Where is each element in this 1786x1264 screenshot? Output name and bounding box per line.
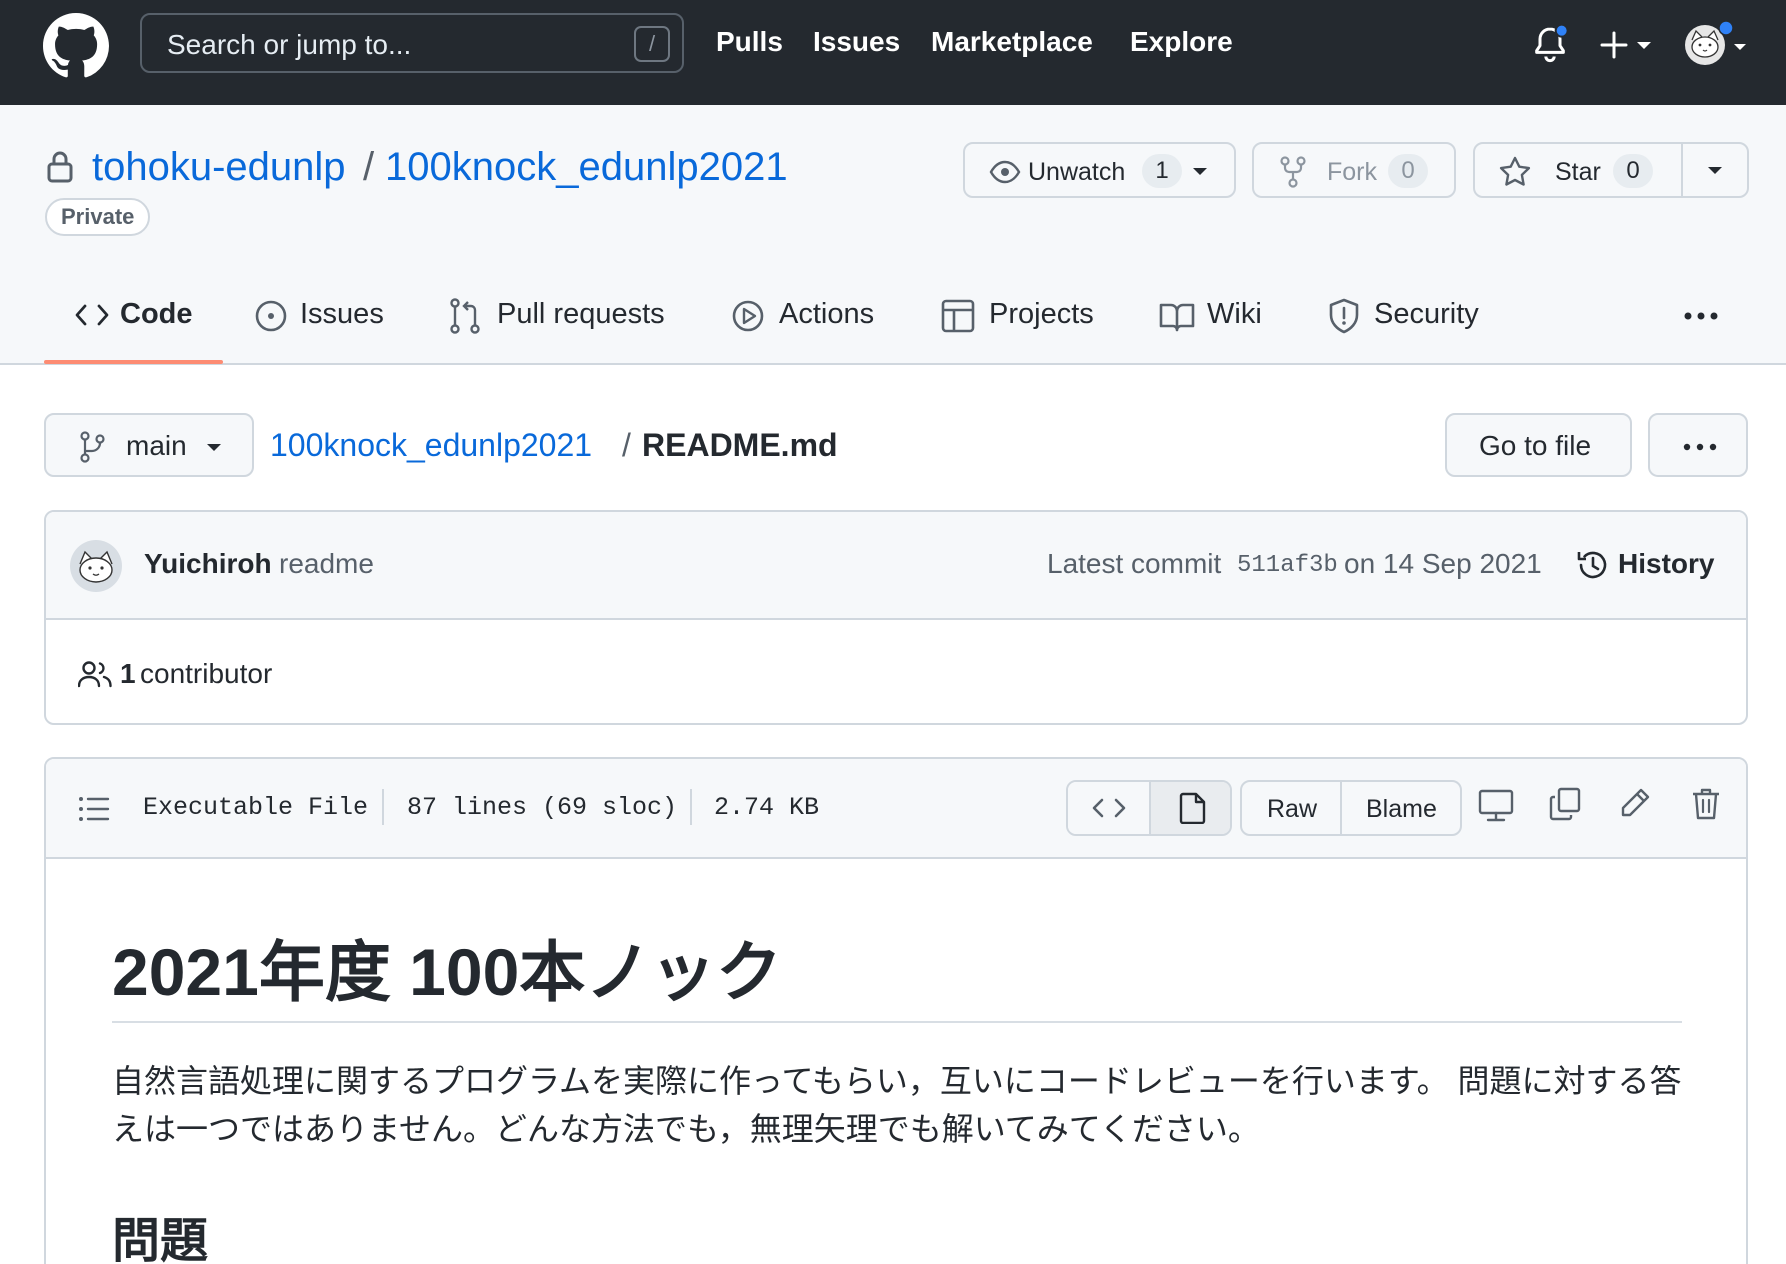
chevron-down-icon [206,443,222,453]
github-logo-icon[interactable] [43,13,109,79]
branch-name: main [126,430,187,461]
nav-marketplace[interactable]: Marketplace [931,26,1093,58]
tab-security[interactable]: Security [1374,298,1479,331]
nav-issues[interactable]: Issues [813,26,900,58]
heading-rule [112,1021,1682,1023]
repo-path-separator: / [363,145,375,189]
git-branch-icon [80,431,106,463]
contributors-count[interactable]: 1 [120,658,136,690]
commit-message[interactable]: readme [279,548,374,580]
breadcrumb-repo-link[interactable]: 100knock_edunlp2021 [270,427,592,464]
display-source-button[interactable] [1068,782,1149,834]
tab-pull-requests[interactable]: Pull requests [497,298,665,331]
chevron-down-icon [1707,166,1723,176]
readme-intro-paragraph: 自然言語処理に関するプログラムを実際に作ってもらい，互いにコードレビューを行いま… [112,1063,1682,1147]
desktop-open-icon[interactable] [1478,789,1514,823]
raw-label: Raw [1267,795,1318,823]
kebab-horizontal-icon[interactable] [1683,311,1719,321]
issue-opened-icon [254,299,288,333]
raw-blame-group: Raw Blame [1240,780,1462,836]
commit-date: on 14 Sep 2021 [1344,548,1542,579]
lock-icon [45,150,75,184]
info-divider [382,789,384,825]
commit-sha[interactable]: 511af3b [1237,552,1338,579]
contributors-label[interactable]: contributor [140,658,272,690]
tab-code[interactable]: Code [120,298,193,331]
user-avatar-menu[interactable] [1684,20,1750,68]
code-icon [75,302,109,328]
fork-count: 0 [1388,154,1428,188]
search-placeholder: Search or jump to... [167,29,412,60]
go-to-file-button[interactable]: Go to file [1445,413,1632,477]
tab-wiki[interactable]: Wiki [1207,298,1262,331]
play-icon [731,299,765,333]
raw-button[interactable]: Raw [1242,782,1340,834]
star-button-group: Star 0 [1473,142,1749,198]
visibility-badge: Private [45,198,151,236]
file-line-count: 87 lines (69 sloc) [407,793,678,822]
history-icon [1576,548,1610,582]
more-file-actions-button[interactable] [1648,413,1748,477]
global-header: Search or jump to... / Pulls Issues Mark… [0,0,1786,105]
repo-owner-link[interactable]: tohoku-edunlp [92,145,346,190]
pencil-edit-icon[interactable] [1619,787,1651,821]
tab-issues[interactable]: Issues [300,298,384,331]
go-to-file-label: Go to file [1479,430,1592,461]
table-icon [941,299,975,333]
kebab-horizontal-icon [1682,442,1718,452]
latest-commit-box: Yuichiroh readme Latest commit 511af3b o… [44,510,1748,725]
nav-explore[interactable]: Explore [1130,26,1233,58]
breadcrumb-file-name: README.md [642,427,838,463]
display-rendered-button[interactable] [1151,782,1230,834]
history-link[interactable]: History [1618,548,1714,580]
commit-header: Yuichiroh readme Latest commit 511af3b o… [46,512,1746,620]
branch-select-button[interactable]: main [44,413,254,477]
search-shortcut-key: / [634,26,670,62]
book-icon [1159,302,1195,332]
star-label: Star [1555,158,1601,186]
star-icon [1499,156,1531,186]
git-pull-request-icon [450,298,480,334]
file-header: Executable File 87 lines (69 sloc) 2.74 … [46,759,1746,859]
readme-section-heading: 問題 [112,1215,209,1264]
fork-label: Fork [1327,158,1377,186]
tab-projects[interactable]: Projects [989,298,1094,331]
latest-commit-label: Latest commit [1047,548,1222,579]
star-button[interactable]: Star 0 [1475,144,1681,196]
list-unordered-icon[interactable] [78,795,110,823]
active-tab-indicator [44,360,223,364]
blame-button[interactable]: Blame [1342,782,1460,834]
copy-icon[interactable] [1549,787,1581,821]
search-input[interactable]: Search or jump to... / [140,13,684,73]
file-mode: Executable File [143,793,369,822]
eye-icon [989,160,1021,184]
unwatch-label: Unwatch [1028,158,1126,186]
view-mode-toggle [1066,780,1232,836]
chevron-down-icon [1192,167,1208,177]
blame-label: Blame [1366,795,1437,823]
file-size: 2.74 KB [714,793,820,822]
trash-delete-icon[interactable] [1691,787,1721,821]
tab-actions[interactable]: Actions [779,298,874,331]
star-list-dropdown[interactable] [1683,144,1749,196]
shield-icon [1328,298,1360,334]
author-avatar[interactable] [70,540,122,592]
breadcrumb-separator: / [622,427,631,463]
repo-name-link[interactable]: 100knock_edunlp2021 [385,145,788,190]
fork-button[interactable]: Fork 0 [1252,142,1456,198]
people-icon [78,660,112,688]
code-icon [1092,796,1126,820]
commit-author[interactable]: Yuichiroh [144,548,272,580]
file-viewer: Executable File 87 lines (69 sloc) 2.74 … [44,757,1748,1264]
info-divider [690,789,692,825]
unwatch-button[interactable]: Unwatch 1 [963,142,1236,198]
notifications-bell-icon[interactable] [1530,24,1570,64]
nav-pulls[interactable]: Pulls [716,26,783,58]
create-new-plus-icon[interactable] [1598,28,1654,62]
watch-count: 1 [1142,154,1182,188]
readme-title: 2021年度 100本ノック [112,935,782,1009]
repo-forked-icon [1280,156,1306,188]
star-count: 0 [1613,154,1653,188]
file-icon [1179,792,1207,824]
